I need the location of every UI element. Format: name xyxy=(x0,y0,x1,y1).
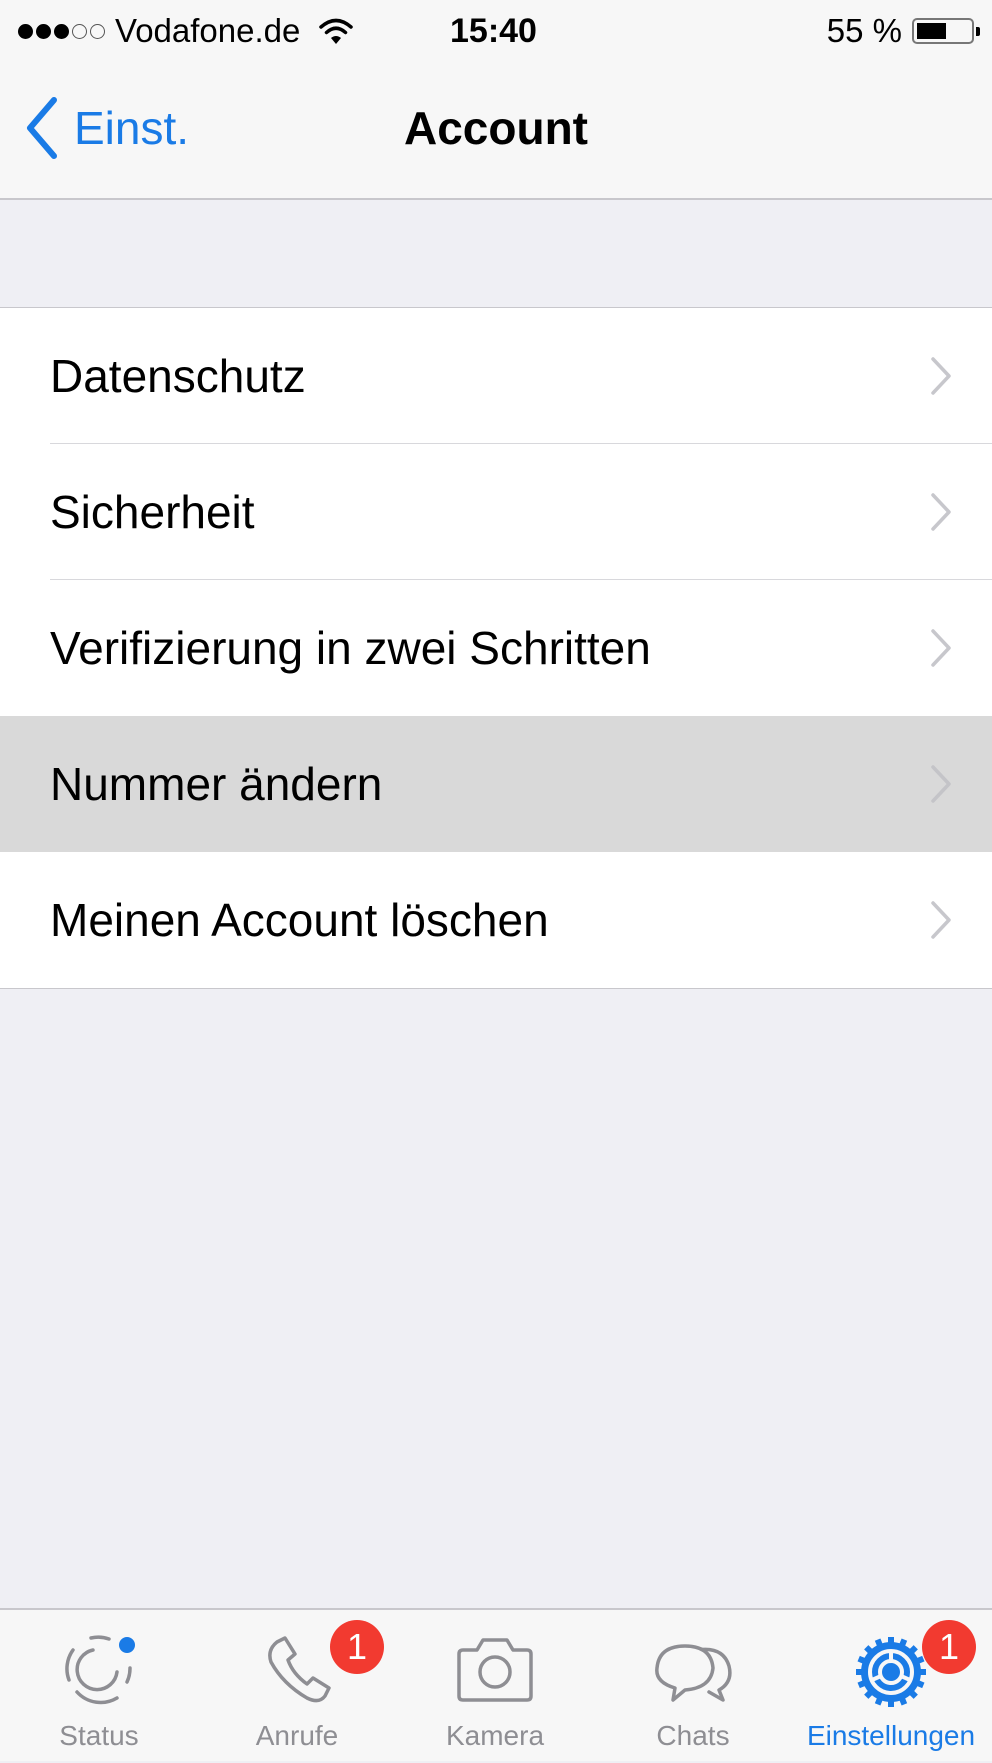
tab-kamera[interactable]: Kamera xyxy=(396,1610,594,1763)
status-left: Vodafone.de xyxy=(18,10,354,52)
battery-icon xyxy=(912,18,980,44)
notification-badge: 1 xyxy=(330,1620,384,1674)
phone-icon xyxy=(268,1636,331,1703)
battery-fill xyxy=(917,23,946,39)
tab-label: Status xyxy=(59,1720,139,1751)
list-item-label: Verifizierung in zwei Schritten xyxy=(50,622,651,674)
wifi-icon xyxy=(319,18,354,44)
clock: 15:40 xyxy=(450,12,537,50)
signal-strength-icon xyxy=(18,23,105,39)
list-item-label: Datenschutz xyxy=(50,350,306,402)
tab-bar: Status 1 Anrufe Kamera Chats 1 Einstellu… xyxy=(0,1608,992,1761)
tab-einstellungen[interactable]: 1 Einstellungen xyxy=(792,1610,990,1763)
chevron-right-icon xyxy=(931,357,951,395)
list-item-delete-account[interactable]: Meinen Account löschen xyxy=(0,852,992,988)
tab-anrufe[interactable]: 1 Anrufe xyxy=(198,1610,396,1763)
battery-nub xyxy=(976,27,980,36)
chevron-right-icon xyxy=(931,629,951,667)
camera-icon xyxy=(457,1638,533,1702)
tab-label: Einstellungen xyxy=(806,1720,976,1751)
chevron-right-icon xyxy=(931,493,951,531)
tab-chats[interactable]: Chats xyxy=(594,1610,792,1763)
list-item-label: Sicherheit xyxy=(50,486,255,538)
signal-dot xyxy=(36,23,51,39)
chevron-right-icon xyxy=(931,901,951,939)
list-item-datenschutz[interactable]: Datenschutz xyxy=(0,308,992,444)
carrier-name: Vodafone.de xyxy=(115,12,301,49)
chats-icon xyxy=(655,1644,732,1702)
notification-badge: 1 xyxy=(922,1620,976,1674)
tab-label: Kamera xyxy=(445,1720,545,1751)
gear-icon xyxy=(856,1637,926,1707)
list-item-label: Nummer ändern xyxy=(50,758,383,810)
tab-label: Chats xyxy=(656,1720,730,1751)
tab-label: Anrufe xyxy=(255,1720,339,1751)
navigation-bar: Einst. Account xyxy=(0,62,992,200)
status-right: 55 % xyxy=(826,10,980,52)
status-bar: Vodafone.de 15:40 55 % xyxy=(0,0,992,62)
tab-status[interactable]: Status xyxy=(0,1610,198,1763)
signal-dot xyxy=(18,23,33,39)
list-item-two-step-verification[interactable]: Verifizierung in zwei Schritten xyxy=(0,580,992,716)
list-item-sicherheit[interactable]: Sicherheit xyxy=(0,444,992,580)
chevron-right-icon xyxy=(931,765,951,803)
list-item-change-number[interactable]: Nummer ändern xyxy=(0,716,992,852)
signal-dot xyxy=(90,23,105,39)
battery-percentage: 55 % xyxy=(826,12,902,49)
page-title: Account xyxy=(404,102,588,154)
signal-dot xyxy=(72,23,87,39)
list-item-label: Meinen Account löschen xyxy=(50,894,549,946)
status-icon xyxy=(65,1635,135,1705)
account-settings-list: Datenschutz Sicherheit Verifizierung in … xyxy=(0,307,992,989)
signal-dot xyxy=(54,23,69,39)
